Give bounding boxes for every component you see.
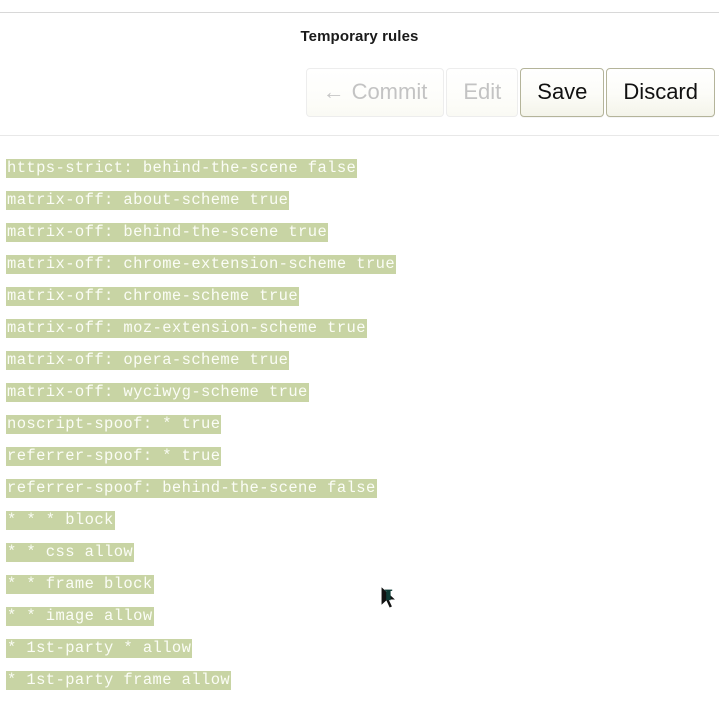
rule-line[interactable]: matrix-off: wyciwyg-scheme true [0,376,719,408]
edit-button-label: Edit [463,79,502,104]
discard-button-label: Discard [623,79,698,104]
rule-line[interactable]: * * frame block [0,568,719,600]
rule-text: noscript-spoof: * true [6,414,222,434]
top-divider [0,12,719,13]
rule-line[interactable]: * * image allow [0,600,719,632]
rule-text: matrix-off: about-scheme true [6,190,290,210]
rule-line[interactable]: * * * block [0,504,719,536]
panel-header: Temporary rules [0,22,719,52]
rule-text: referrer-spoof: * true [6,446,222,466]
rules-editor[interactable]: https-strict: behind-the-scene false matr… [0,152,719,707]
page-title: Temporary rules [300,28,419,45]
save-button[interactable]: Save [520,67,605,117]
commit-button[interactable]: ← Commit [305,67,445,117]
edit-button[interactable]: Edit [446,67,519,117]
save-button-label: Save [537,79,588,104]
rule-line[interactable]: matrix-off: chrome-scheme true [0,280,719,312]
rule-line[interactable]: referrer-spoof: * true [0,440,719,472]
rule-line[interactable]: https-strict: behind-the-scene false [0,152,719,184]
rule-text: matrix-off: moz-extension-scheme true [6,318,367,338]
rule-line[interactable]: referrer-spoof: behind-the-scene false [0,472,719,504]
toolbar: ← Commit Edit Save Discard [0,66,719,118]
rule-line[interactable]: matrix-off: behind-the-scene true [0,216,719,248]
rule-text: * 1st-party frame allow [6,670,232,690]
rule-line[interactable]: matrix-off: chrome-extension-scheme true [0,248,719,280]
rule-text: * * * block [6,510,115,530]
rule-line[interactable]: noscript-spoof: * true [0,408,719,440]
rule-line[interactable]: * 1st-party * allow [0,632,719,664]
rule-text: matrix-off: chrome-extension-scheme true [6,254,397,274]
rule-text: * 1st-party * allow [6,638,193,658]
rule-line[interactable]: * 1st-party frame allow [0,664,719,696]
rule-text: * * frame block [6,574,154,594]
arrow-left-icon: ← [322,79,345,104]
rule-text: matrix-off: opera-scheme true [6,350,290,370]
rule-text: matrix-off: chrome-scheme true [6,286,300,306]
rule-line[interactable]: * * css allow [0,536,719,568]
rule-text: * * css allow [6,542,135,562]
rule-text: * * image allow [6,606,154,626]
discard-button[interactable]: Discard [606,67,715,117]
rule-text: referrer-spoof: behind-the-scene false [6,478,377,498]
commit-button-label: Commit [351,79,428,104]
rule-text: matrix-off: wyciwyg-scheme true [6,382,309,402]
rule-line[interactable]: matrix-off: moz-extension-scheme true [0,312,719,344]
rule-line[interactable]: matrix-off: about-scheme true [0,184,719,216]
rule-text: https-strict: behind-the-scene false [6,158,358,178]
rule-line[interactable]: matrix-off: opera-scheme true [0,344,719,376]
toolbar-divider [0,135,719,136]
rule-text: matrix-off: behind-the-scene true [6,222,329,242]
